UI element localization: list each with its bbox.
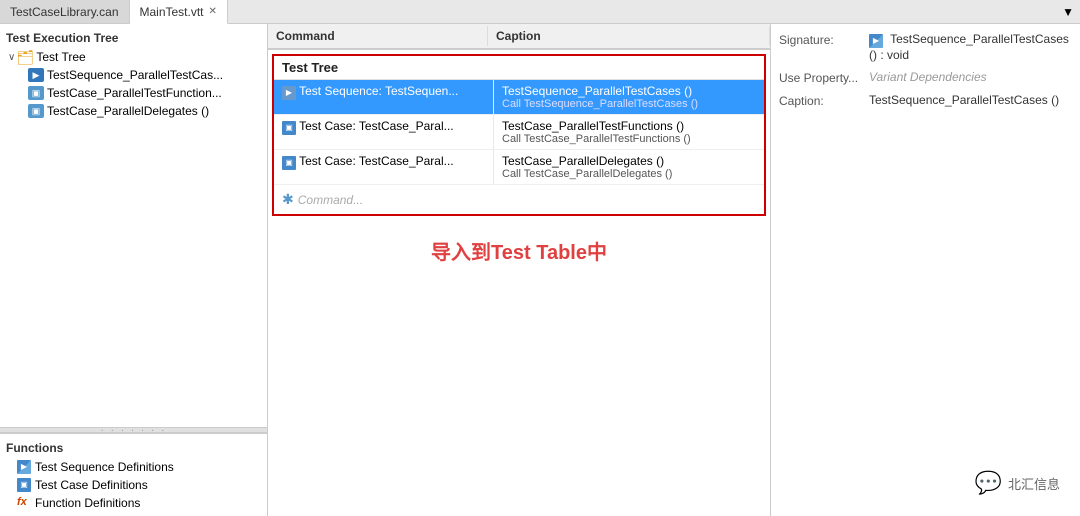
tab-testcaselibrary-label: TestCaseLibrary.can (10, 5, 119, 19)
test-tree-box: Test Tree ▶ Test Sequence: TestSequen...… (272, 54, 766, 216)
prop-row-use-property: Use Property... Variant Dependencies (779, 70, 1072, 85)
prop-signature-value: ▶ TestSequence_ParallelTestCases () : vo… (869, 32, 1072, 62)
row-3-command: ▣ Test Case: TestCase_Paral... (274, 150, 494, 184)
func-icon-func-defs: fx (16, 496, 32, 510)
tree-section: Test Execution Tree ∨ 🗂 Test Tree ▶ Test… (0, 24, 267, 427)
prop-row-signature: Signature: ▶ TestSequence_ParallelTestCa… (779, 32, 1072, 62)
functions-func-defs-label: Function Definitions (35, 496, 140, 510)
tree-item-testtree-label: Test Tree (36, 50, 85, 64)
tree-item-testsequence-label: TestSequence_ParallelTestCas... (47, 68, 223, 82)
row-2-caption-main: TestCase_ParallelTestFunctions () (502, 119, 756, 133)
tab-bar: TestCaseLibrary.can MainTest.vtt ✕ ▼ (0, 0, 1080, 24)
tree-item-testcase-del[interactable]: ▣ TestCase_ParallelDelegates () (0, 102, 267, 120)
row-2-command-main: ▣ Test Case: TestCase_Paral... (282, 119, 485, 135)
row-2-caption-sub: Call TestCase_ParallelTestFunctions () (502, 133, 756, 145)
new-command-placeholder: Command... (298, 193, 363, 207)
row-2-caption: TestCase_ParallelTestFunctions () Call T… (494, 115, 764, 149)
functions-item-case-defs[interactable]: ▣ Test Case Definitions (0, 476, 267, 494)
functions-case-defs-label: Test Case Definitions (35, 478, 148, 492)
new-command-star-icon: ✱ (282, 191, 294, 208)
table-header: Command Caption (268, 24, 770, 50)
right-panel: Signature: ▶ TestSequence_ParallelTestCa… (770, 24, 1080, 516)
functions-section: Functions ▶ Test Sequence Definitions ▣ … (0, 433, 267, 516)
prop-signature-label: Signature: (779, 32, 869, 47)
functions-seq-defs-label: Test Sequence Definitions (35, 460, 174, 474)
functions-item-func-defs[interactable]: fx Function Definitions (0, 494, 267, 512)
tab-testcaselibrary[interactable]: TestCaseLibrary.can (0, 0, 130, 23)
sig-icon: ▶ (869, 32, 887, 46)
tree-item-testcase-del-label: TestCase_ParallelDelegates () (47, 104, 209, 118)
functions-section-header: Functions (0, 438, 267, 458)
row-3-caption-main: TestCase_ParallelDelegates () (502, 154, 756, 168)
row-3-caption: TestCase_ParallelDelegates () Call TestC… (494, 150, 764, 184)
row-1-caption-main: TestSequence_ParallelTestCases () (502, 84, 756, 98)
table-row-3[interactable]: ▣ Test Case: TestCase_Paral... TestCase_… (274, 150, 764, 185)
row-2-command: ▣ Test Case: TestCase_Paral... (274, 115, 494, 149)
tab-maintest-label: MainTest.vtt (140, 5, 204, 19)
case-icon-case-defs: ▣ (16, 478, 32, 492)
tree-item-testcase-func[interactable]: ▣ TestCase_ParallelTestFunction... (0, 84, 267, 102)
prop-caption-label: Caption: (779, 93, 869, 108)
seq-icon-testsequence: ▶ (28, 68, 44, 82)
tree-item-testcase-func-label: TestCase_ParallelTestFunction... (47, 86, 222, 100)
new-command-row[interactable]: ✱ Command... (274, 185, 764, 214)
watermark-area: 💬 北汇信息 (975, 470, 1060, 496)
tab-maintest[interactable]: MainTest.vtt ✕ (130, 0, 228, 24)
expand-arrow-testtree: ∨ (8, 52, 15, 63)
main-content: Test Execution Tree ∨ 🗂 Test Tree ▶ Test… (0, 24, 1080, 516)
tab-maintest-close[interactable]: ✕ (209, 6, 217, 17)
table-row-2[interactable]: ▣ Test Case: TestCase_Paral... TestCase_… (274, 115, 764, 150)
case-icon-testcase-del: ▣ (28, 104, 44, 118)
row-3-command-main: ▣ Test Case: TestCase_Paral... (282, 154, 485, 170)
table-row-1[interactable]: ▶ Test Sequence: TestSequen... TestSeque… (274, 80, 764, 115)
folder-icon-testtree: 🗂 (17, 50, 33, 64)
center-panel: Command Caption Test Tree ▶ Test Sequenc… (268, 24, 770, 516)
case-icon-row3: ▣ (282, 154, 296, 168)
row-1-caption: TestSequence_ParallelTestCases () Call T… (494, 80, 764, 114)
row-1-command-main: ▶ Test Sequence: TestSequen... (282, 84, 485, 100)
row-1-caption-sub: Call TestSequence_ParallelTestCases () (502, 98, 756, 110)
prop-use-property-label: Use Property... (779, 70, 869, 85)
table-area: Test Tree ▶ Test Sequence: TestSequen...… (268, 50, 770, 516)
watermark-text: 北汇信息 (1008, 474, 1060, 493)
prop-caption-value: TestSequence_ParallelTestCases () (869, 93, 1072, 107)
seq-icon-row1: ▶ (282, 84, 296, 98)
chinese-overlay: 导入到Test Table中 (268, 220, 770, 281)
tab-spacer (228, 0, 1056, 23)
col-header-command: Command (268, 26, 488, 46)
row-1-command: ▶ Test Sequence: TestSequen... (274, 80, 494, 114)
case-icon-testcase-func: ▣ (28, 86, 44, 100)
seq-icon-seq-defs: ▶ (16, 460, 32, 474)
row-3-caption-sub: Call TestCase_ParallelDelegates () (502, 168, 756, 180)
prop-row-caption: Caption: TestSequence_ParallelTestCases … (779, 93, 1072, 108)
tree-item-testtree[interactable]: ∨ 🗂 Test Tree (0, 48, 267, 66)
tree-item-testsequence[interactable]: ▶ TestSequence_ParallelTestCas... (0, 66, 267, 84)
col-header-caption: Caption (488, 26, 770, 46)
prop-use-property-value: Variant Dependencies (869, 70, 1072, 84)
tree-section-header: Test Execution Tree (0, 28, 267, 48)
wechat-icon: 💬 (975, 470, 1002, 496)
test-tree-box-title: Test Tree (274, 56, 764, 80)
case-icon-row2: ▣ (282, 119, 296, 133)
functions-item-sequence-defs[interactable]: ▶ Test Sequence Definitions (0, 458, 267, 476)
left-panel: Test Execution Tree ∨ 🗂 Test Tree ▶ Test… (0, 24, 268, 516)
tab-dropdown-button[interactable]: ▼ (1056, 0, 1080, 23)
